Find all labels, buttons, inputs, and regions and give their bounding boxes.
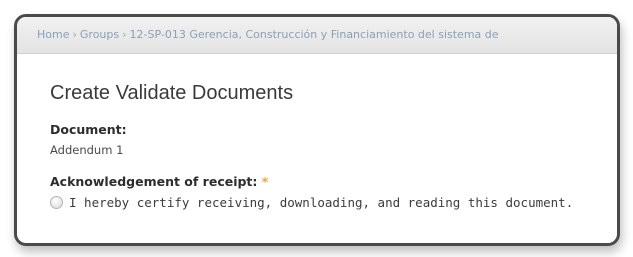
screenshot-frame: Home › Groups › 12-SP-013 Gerencia, Construc…: [14, 14, 620, 246]
breadcrumb-separator: ›: [72, 28, 77, 41]
acknowledgement-option-text[interactable]: I hereby certify receiving, downloading,…: [69, 195, 573, 210]
breadcrumb-separator: ›: [122, 28, 127, 41]
breadcrumb-groups-link[interactable]: Groups: [80, 28, 119, 41]
acknowledgement-label-text: Acknowledgement of receipt:: [50, 174, 258, 189]
acknowledgement-radio[interactable]: [50, 196, 63, 209]
page-title: Create Validate Documents: [50, 82, 294, 104]
acknowledgement-option[interactable]: I hereby certify receiving, downloading,…: [50, 195, 617, 210]
acknowledgement-label: Acknowledgement of receipt: *: [50, 174, 617, 189]
breadcrumb-home-link[interactable]: Home: [37, 28, 69, 41]
document-value: Addendum 1: [50, 143, 124, 157]
main-content: Create Validate Documents Document: Adde…: [17, 54, 617, 210]
required-asterisk: *: [261, 174, 269, 189]
breadcrumb-group-link[interactable]: 12-SP-013 Gerencia, Construcción y Finan…: [130, 28, 499, 41]
document-label: Document:: [50, 122, 127, 137]
breadcrumb: Home › Groups › 12-SP-013 Gerencia, Construc…: [17, 17, 617, 54]
